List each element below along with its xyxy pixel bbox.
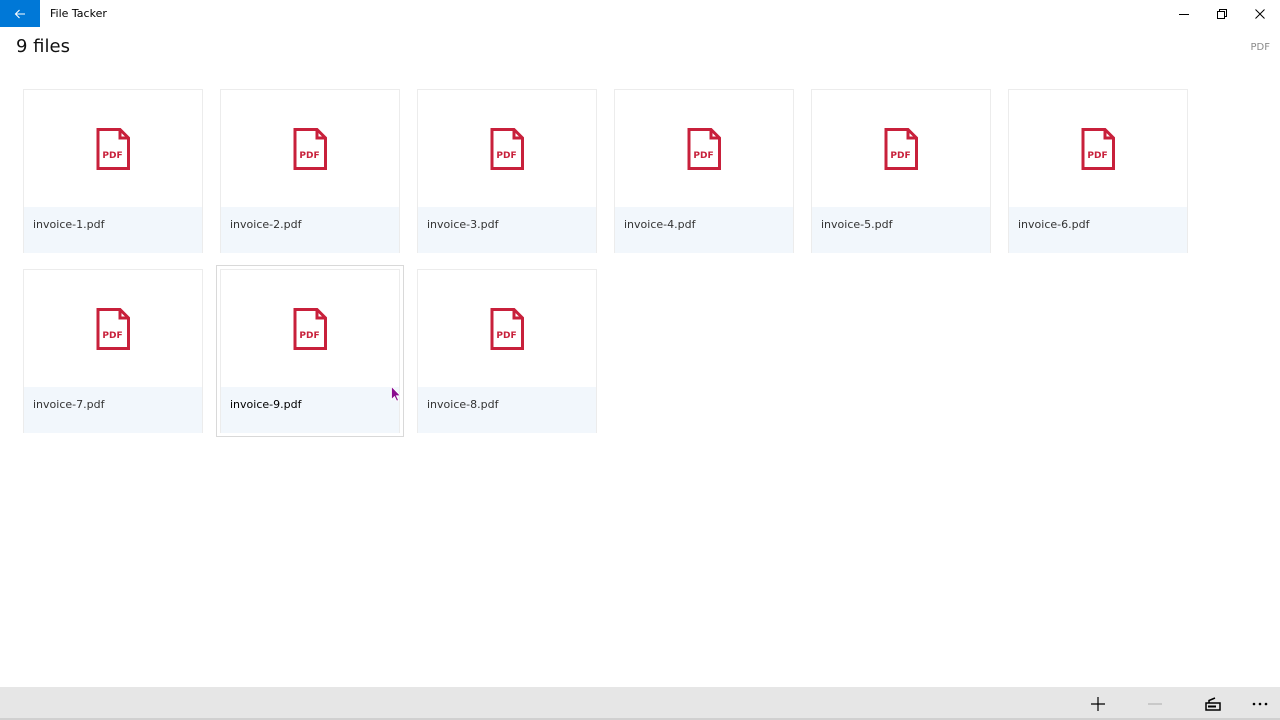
back-arrow-icon <box>14 9 25 18</box>
pdf-file-icon: PDF <box>293 307 327 350</box>
file-name: invoice-1.pdf <box>33 218 105 231</box>
pdf-file-icon: PDF <box>490 127 524 170</box>
add-button[interactable] <box>1078 687 1118 720</box>
svg-text:PDF: PDF <box>890 151 910 161</box>
file-type-filter[interactable]: PDF <box>1251 42 1270 53</box>
file-caption: invoice-2.pdf <box>221 207 399 253</box>
file-tile[interactable]: PDF invoice-5.pdf <box>811 89 991 253</box>
title-bar: File Tacker <box>0 0 1280 27</box>
file-caption: invoice-6.pdf <box>1009 207 1187 253</box>
file-thumbnail: PDF <box>24 270 202 387</box>
file-caption: invoice-3.pdf <box>418 207 596 253</box>
file-tile[interactable]: PDF invoice-1.pdf <box>23 89 203 253</box>
file-tile[interactable]: PDF invoice-9.pdf <box>216 265 404 437</box>
file-thumbnail: PDF <box>615 90 793 207</box>
file-tile[interactable]: PDF invoice-8.pdf <box>417 269 597 433</box>
app-title: File Tacker <box>50 7 107 20</box>
file-caption: invoice-7.pdf <box>24 387 202 433</box>
file-name: invoice-6.pdf <box>1018 218 1090 231</box>
scan-button[interactable] <box>1193 687 1233 720</box>
pdf-file-icon: PDF <box>293 127 327 170</box>
pdf-file-icon: PDF <box>96 127 130 170</box>
add-icon <box>1091 696 1105 711</box>
pdf-file-icon: PDF <box>96 307 130 350</box>
file-name: invoice-9.pdf <box>230 398 302 411</box>
file-caption: invoice-4.pdf <box>615 207 793 253</box>
minimize-button[interactable] <box>1165 0 1203 27</box>
mouse-cursor-icon <box>391 386 401 402</box>
file-caption: invoice-8.pdf <box>418 387 596 433</box>
file-thumbnail: PDF <box>221 270 399 387</box>
svg-text:PDF: PDF <box>102 151 122 161</box>
pdf-file-icon: PDF <box>490 307 524 350</box>
file-tile[interactable]: PDF invoice-7.pdf <box>23 269 203 433</box>
file-tile[interactable]: PDF invoice-4.pdf <box>614 89 794 253</box>
file-name: invoice-5.pdf <box>821 218 893 231</box>
file-caption: invoice-9.pdf <box>221 387 399 433</box>
file-tile[interactable]: PDF invoice-2.pdf <box>220 89 400 253</box>
svg-text:PDF: PDF <box>1087 151 1107 161</box>
file-thumbnail: PDF <box>24 90 202 207</box>
pdf-file-icon: PDF <box>1081 127 1115 170</box>
svg-text:PDF: PDF <box>299 151 319 161</box>
file-name: invoice-7.pdf <box>33 398 105 411</box>
more-button[interactable] <box>1240 687 1280 720</box>
svg-text:PDF: PDF <box>496 331 516 341</box>
pdf-file-icon: PDF <box>884 127 918 170</box>
close-button[interactable] <box>1241 0 1279 27</box>
svg-text:PDF: PDF <box>299 331 319 341</box>
file-thumbnail: PDF <box>418 270 596 387</box>
close-icon <box>1255 8 1265 19</box>
file-caption: invoice-5.pdf <box>812 207 990 253</box>
svg-text:PDF: PDF <box>496 151 516 161</box>
svg-text:PDF: PDF <box>693 151 713 161</box>
restore-icon <box>1217 8 1227 19</box>
file-thumbnail: PDF <box>1009 90 1187 207</box>
remove-button[interactable] <box>1135 687 1175 720</box>
pdf-file-icon: PDF <box>687 127 721 170</box>
minimize-icon <box>1179 13 1189 15</box>
file-name: invoice-2.pdf <box>230 218 302 231</box>
more-icon <box>1252 702 1268 705</box>
file-name: invoice-8.pdf <box>427 398 499 411</box>
file-thumbnail: PDF <box>221 90 399 207</box>
file-thumbnail: PDF <box>812 90 990 207</box>
scanner-icon <box>1205 696 1221 711</box>
remove-icon <box>1148 702 1162 705</box>
file-name: invoice-4.pdf <box>624 218 696 231</box>
file-tile[interactable]: PDF invoice-6.pdf <box>1008 89 1188 253</box>
command-bar <box>0 687 1280 720</box>
back-button[interactable] <box>0 0 40 27</box>
file-thumbnail: PDF <box>418 90 596 207</box>
svg-text:PDF: PDF <box>102 331 122 341</box>
restore-button[interactable] <box>1203 0 1241 27</box>
files-count-title: 9 files <box>16 36 70 57</box>
file-caption: invoice-1.pdf <box>24 207 202 253</box>
file-tile[interactable]: PDF invoice-3.pdf <box>417 89 597 253</box>
file-name: invoice-3.pdf <box>427 218 499 231</box>
